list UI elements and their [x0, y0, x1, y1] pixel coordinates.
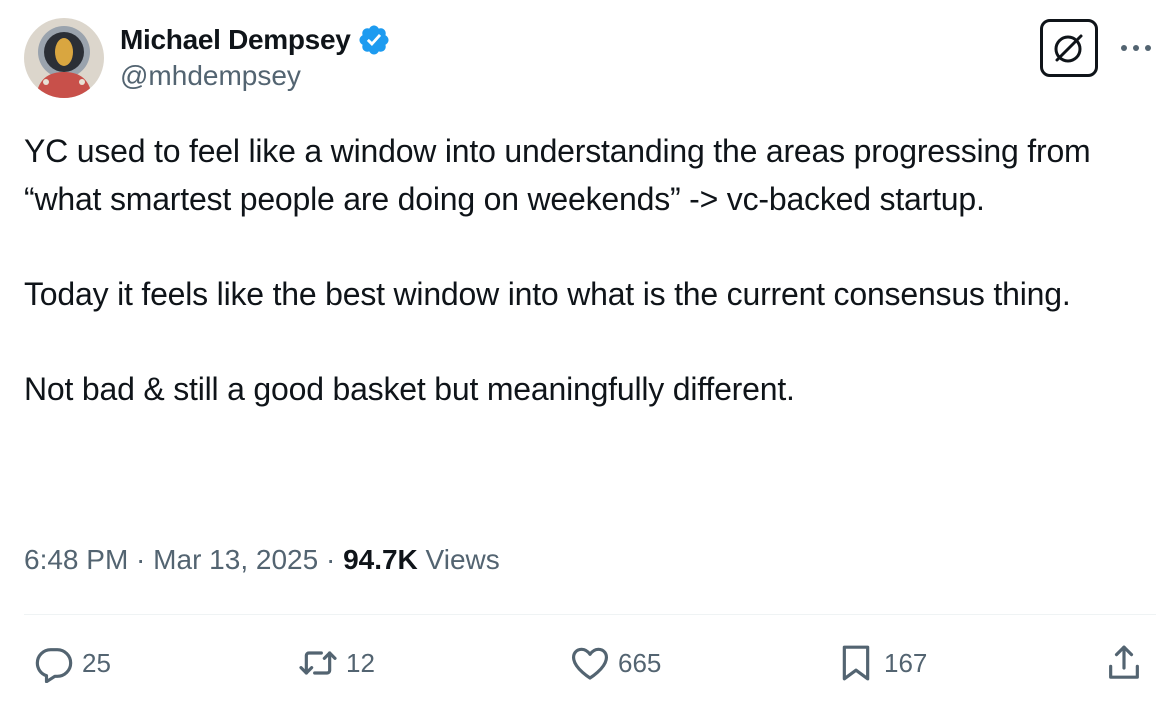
share-button[interactable]: [1104, 640, 1144, 686]
action-bar: 25 12 665 167: [0, 640, 1172, 686]
reply-icon: [35, 648, 73, 683]
tweet-date[interactable]: Mar 13, 2025: [153, 544, 318, 576]
bookmark-icon: [842, 645, 870, 681]
tweet-text: YC used to feel like a window into under…: [24, 128, 1154, 413]
grok-button[interactable]: [1040, 19, 1098, 77]
share-icon: [1109, 645, 1139, 679]
tweet-paragraph: Today it feels like the best window into…: [24, 275, 1071, 312]
tweet-time[interactable]: 6:48 PM: [24, 544, 128, 576]
meta-separator: ·: [128, 544, 154, 575]
like-button[interactable]: 665: [570, 640, 661, 686]
more-options-icon: [1121, 45, 1151, 51]
retweet-button[interactable]: 12: [298, 640, 375, 686]
bookmark-button[interactable]: 167: [836, 640, 927, 686]
heart-icon: [571, 647, 609, 680]
grok-icon: [1054, 34, 1083, 63]
meta-separator: ·: [318, 544, 344, 575]
retweet-count: 12: [346, 647, 375, 678]
author-avatar[interactable]: [24, 18, 104, 98]
tweet-paragraph: Not bad & still a good basket but meanin…: [24, 370, 795, 407]
views-label: Views: [417, 544, 500, 575]
verified-badge-icon: [358, 25, 389, 55]
reply-button[interactable]: 25: [34, 640, 111, 686]
author-name-row: Michael Dempsey: [120, 20, 391, 60]
bookmark-count: 167: [884, 647, 928, 678]
astronaut-avatar-image: [24, 18, 104, 98]
tweet-meta: 6:48 PM · Mar 13, 2025 · 94.7K Views: [24, 544, 500, 576]
like-count: 665: [618, 647, 662, 678]
author-handle[interactable]: @mhdempsey: [120, 60, 301, 92]
views-count: 94.7K: [343, 544, 418, 575]
tweet-paragraph: YC used to feel like a window into under…: [24, 133, 1091, 217]
divider: [24, 614, 1156, 615]
more-options-button[interactable]: [1114, 30, 1158, 66]
retweet-icon: [299, 651, 337, 675]
author-name[interactable]: Michael Dempsey: [120, 24, 351, 56]
reply-count: 25: [82, 647, 111, 678]
